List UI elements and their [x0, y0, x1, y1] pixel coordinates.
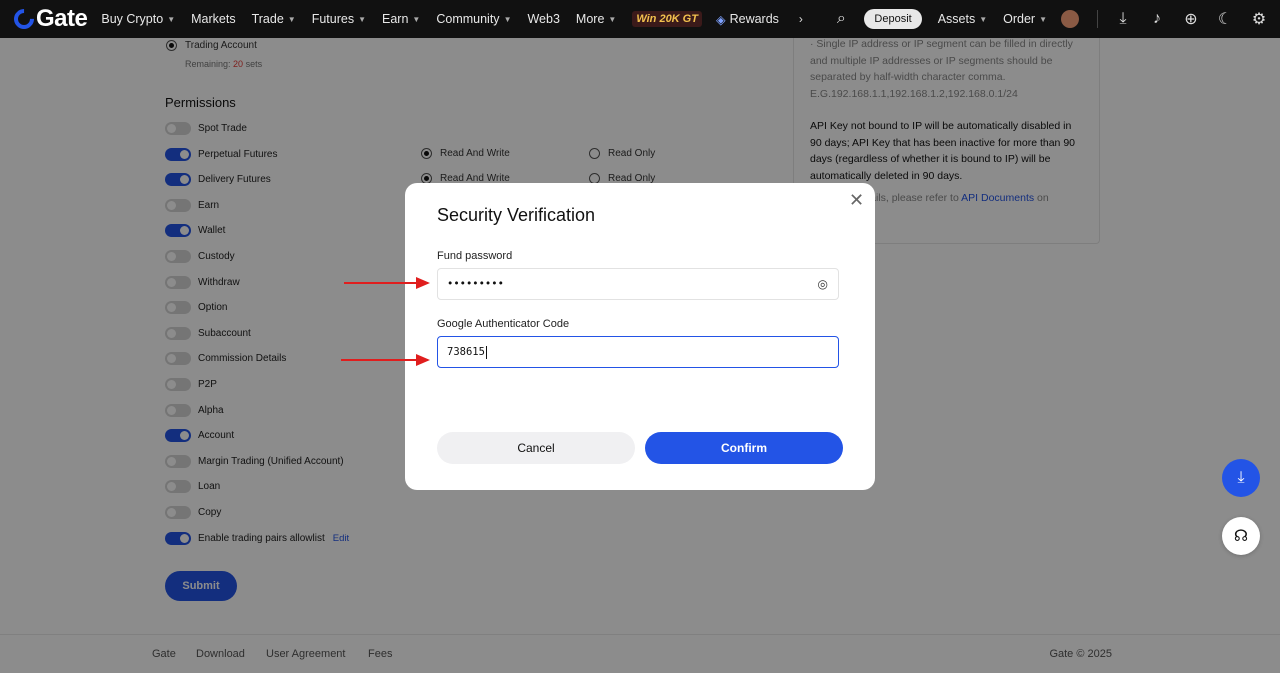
nav-trade[interactable]: Trade ▼	[252, 12, 296, 26]
chevron-down-icon: ▼	[167, 14, 176, 24]
promo-banner[interactable]: Win 20K GT	[632, 11, 702, 27]
divider	[1097, 10, 1098, 28]
bell-icon[interactable]: ♪	[1148, 10, 1166, 28]
nav-web3[interactable]: Web3	[527, 12, 559, 26]
nav-order[interactable]: Order ▼	[1003, 12, 1047, 26]
ga-code-value: 738615	[447, 346, 485, 358]
fund-password-field[interactable]: ••••••••• ◎	[437, 268, 839, 300]
chevron-down-icon: ▼	[503, 14, 512, 24]
modal-title: Security Verification	[437, 205, 596, 225]
deposit-button[interactable]: Deposit	[864, 9, 922, 29]
annotation-arrow-fund-password	[344, 277, 430, 289]
chevron-down-icon: ▼	[979, 14, 988, 24]
download-icon[interactable]: ⤓	[1114, 10, 1132, 28]
annotation-arrow-ga-code	[341, 354, 430, 366]
nav-community[interactable]: Community ▼	[436, 12, 511, 26]
chevron-right-icon[interactable]: ›	[799, 12, 803, 26]
nav-right-group: ⌕ Deposit Assets ▼ Order ▼ ⤓ ♪ ⊕ ☾ ⚙	[816, 0, 1268, 38]
gate-logo[interactable]: Gate	[9, 4, 88, 34]
headset-icon: ☊	[1233, 528, 1249, 545]
avatar[interactable]	[1061, 10, 1079, 28]
confirm-button[interactable]: Confirm	[645, 432, 843, 464]
cube-icon: ◈	[715, 12, 726, 27]
search-icon[interactable]: ⌕	[832, 10, 850, 28]
fund-password-value: •••••••••	[447, 278, 504, 290]
cancel-button[interactable]: Cancel	[437, 432, 635, 464]
download-icon: ⤓	[1237, 469, 1245, 486]
fund-password-label: Fund password	[437, 250, 513, 262]
chevron-down-icon: ▼	[1039, 14, 1047, 24]
nav-more[interactable]: More ▼	[576, 12, 616, 26]
chevron-down-icon: ▼	[412, 14, 421, 24]
top-nav: Gate Buy Crypto ▼ Markets Trade ▼ Futures ▼…	[0, 0, 1280, 38]
floating-download-button[interactable]: ⤓	[1222, 459, 1260, 497]
nav-assets[interactable]: Assets ▼	[938, 12, 987, 26]
globe-icon[interactable]: ⊕	[1182, 9, 1200, 29]
ga-code-label: Google Authenticator Code	[437, 318, 570, 330]
gate-logo-icon	[9, 4, 39, 34]
close-icon[interactable]: ✕	[849, 191, 864, 209]
text-cursor	[485, 345, 487, 359]
nav-futures[interactable]: Futures ▼	[312, 12, 366, 26]
gear-icon[interactable]: ⚙	[1250, 9, 1268, 29]
chevron-down-icon: ▼	[608, 14, 617, 24]
chevron-down-icon: ▼	[287, 14, 296, 24]
ga-code-field[interactable]: 738615	[437, 336, 839, 368]
nav-markets[interactable]: Markets	[191, 12, 235, 26]
nav-earn[interactable]: Earn ▼	[382, 12, 420, 26]
eye-slash-icon[interactable]: ◎	[818, 277, 828, 291]
chevron-down-icon: ▼	[358, 14, 367, 24]
floating-support-button[interactable]: ☊	[1222, 517, 1260, 555]
nav-buy-crypto[interactable]: Buy Crypto ▼	[101, 12, 175, 26]
moon-icon[interactable]: ☾	[1216, 9, 1234, 29]
nav-rewards[interactable]: ◈ Rewards	[716, 12, 779, 27]
security-verification-modal: Security Verification ✕ Fund password ••…	[405, 183, 875, 490]
